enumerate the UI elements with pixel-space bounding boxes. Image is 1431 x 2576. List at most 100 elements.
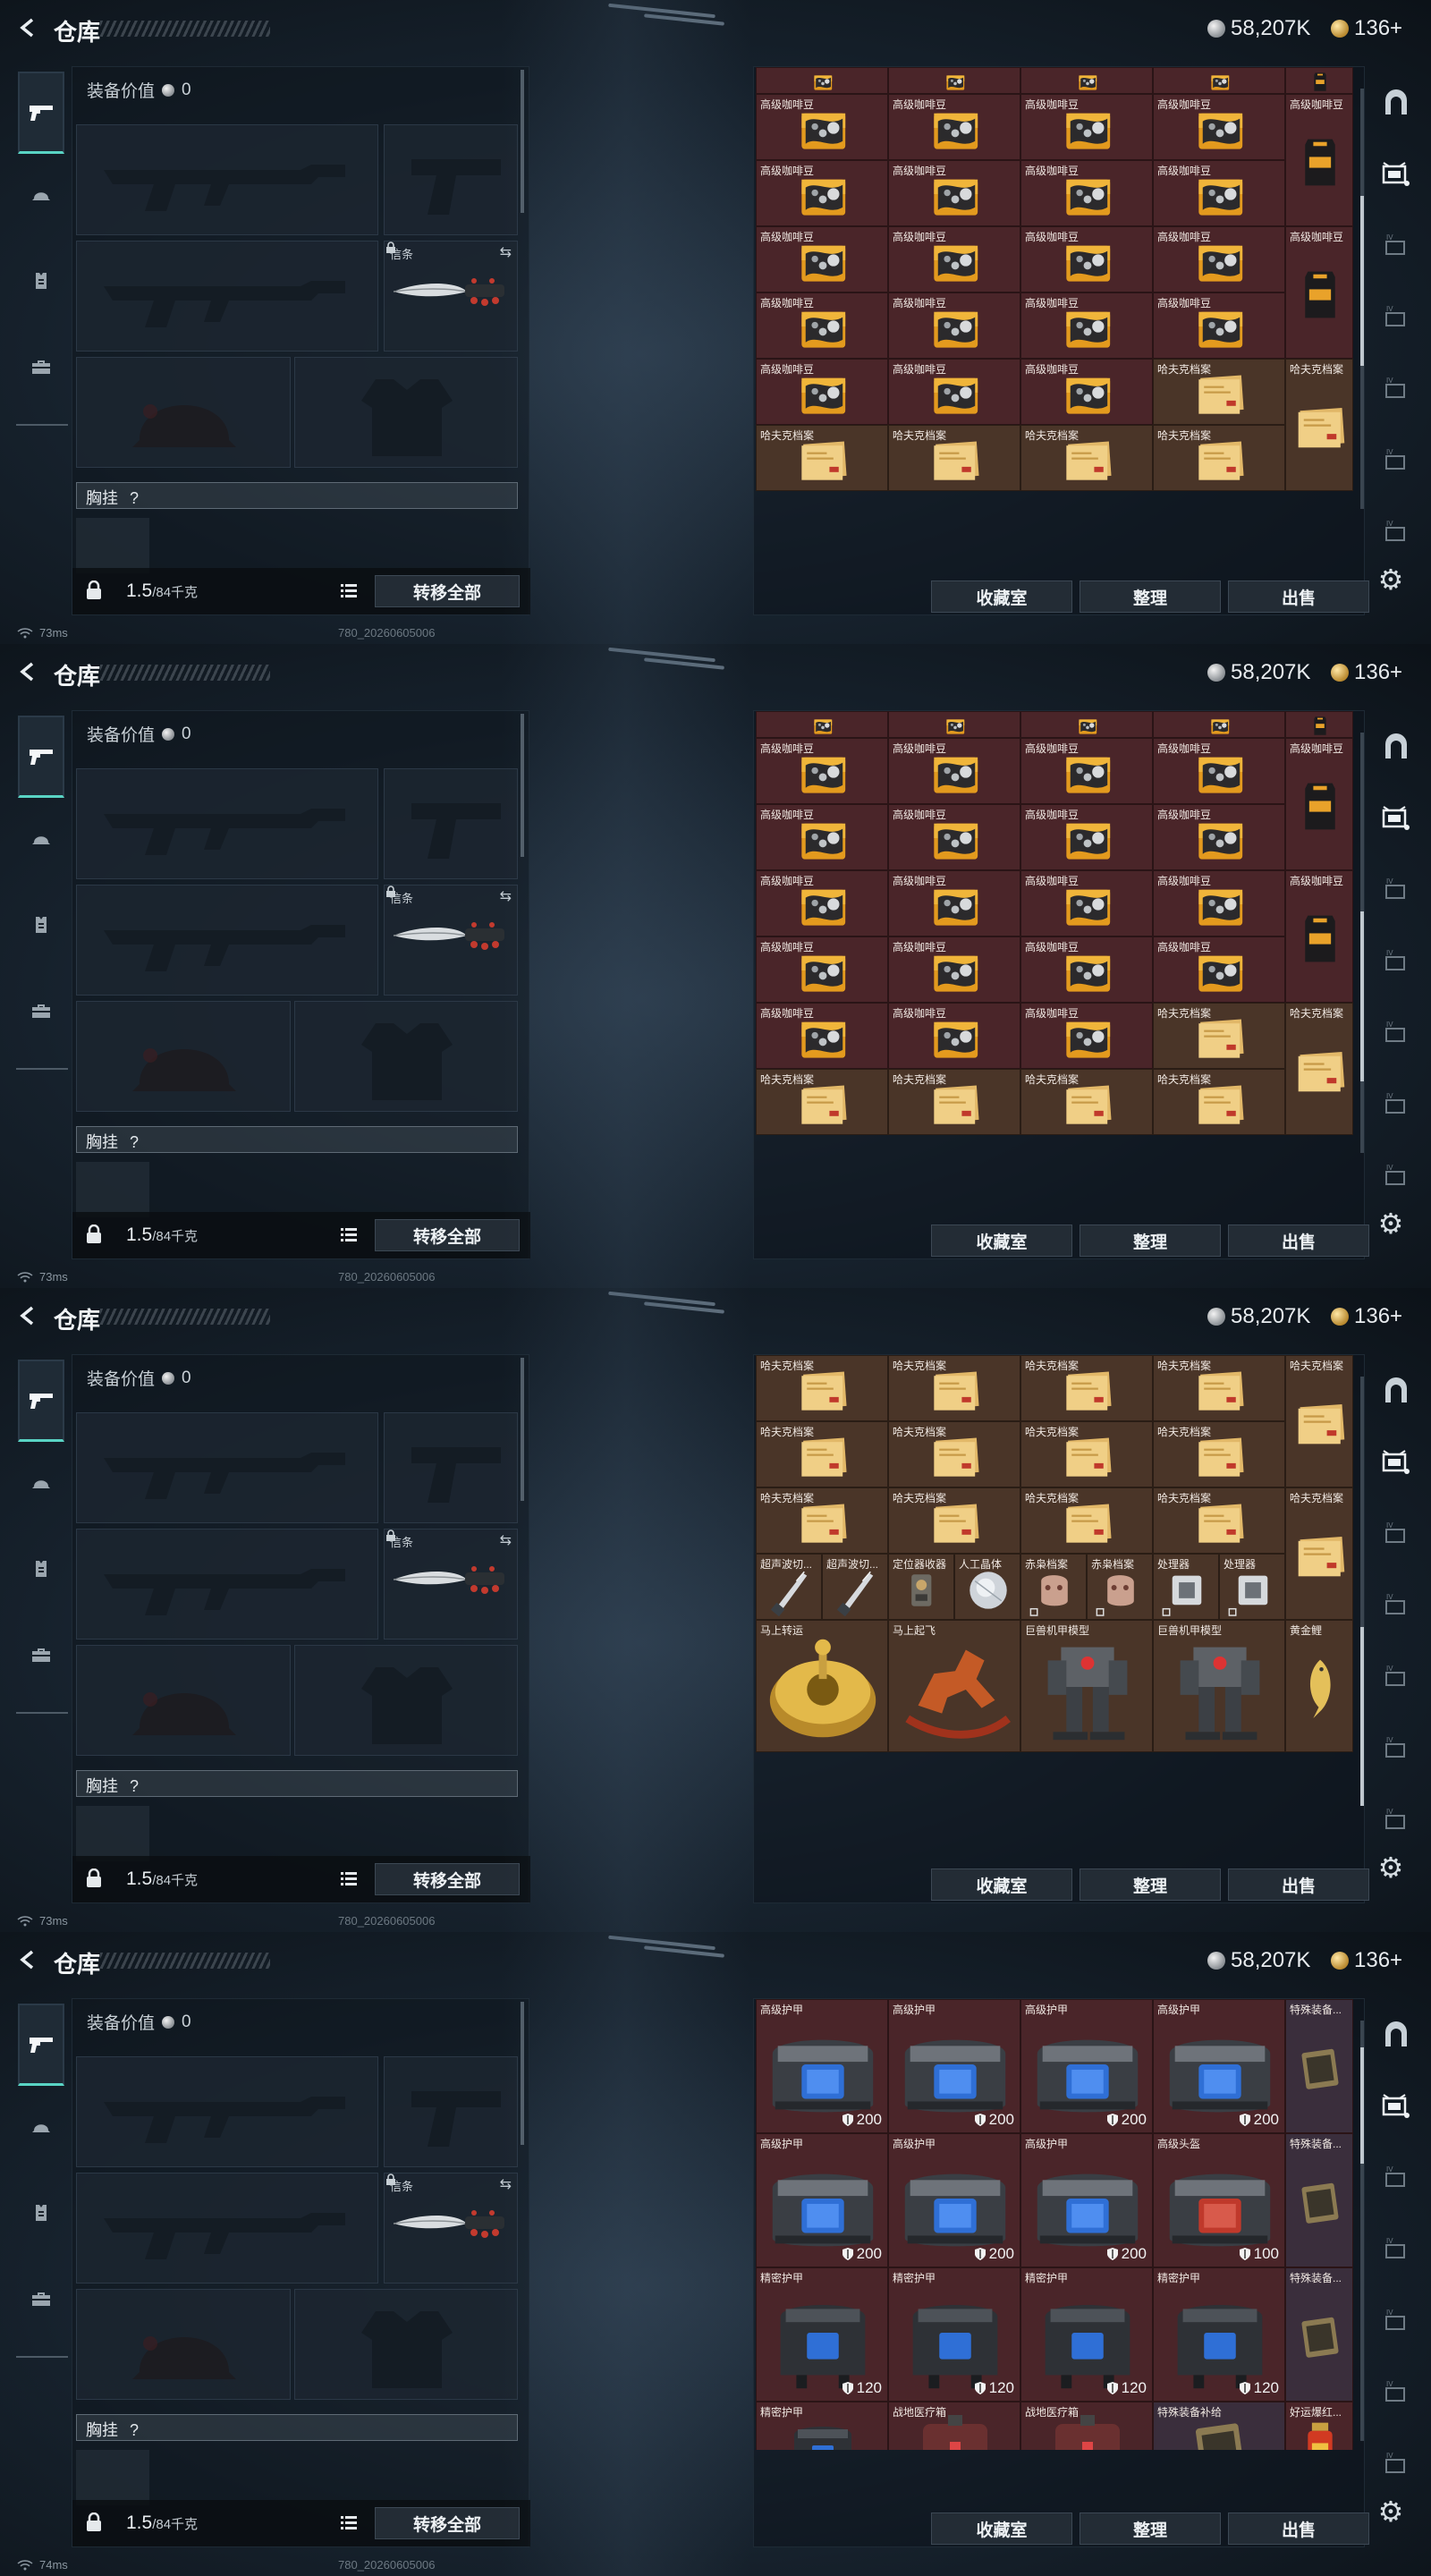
- stash-item[interactable]: [756, 67, 888, 94]
- back-button[interactable]: [13, 14, 43, 41]
- gold-currency[interactable]: 136+: [1331, 1948, 1402, 1973]
- stash-item[interactable]: 马上转运: [756, 1620, 888, 1752]
- rail-expansion-2[interactable]: IV: [1377, 227, 1415, 265]
- stash-item[interactable]: 哈夫克档案: [888, 1487, 1020, 1554]
- stash-item[interactable]: 高级咖啡豆: [756, 160, 888, 226]
- chest-rig-slot[interactable]: [76, 2450, 149, 2505]
- stash-item[interactable]: 特殊装备...: [1285, 2267, 1353, 2402]
- stash-item[interactable]: 哈夫克档案: [756, 1421, 888, 1487]
- stash-item[interactable]: 人工晶体: [954, 1554, 1020, 1620]
- stash-item[interactable]: 高级咖啡豆: [1020, 292, 1153, 359]
- silver-currency[interactable]: 58,207K: [1207, 1304, 1310, 1329]
- stash-item[interactable]: 高级咖啡豆: [1153, 738, 1285, 804]
- pistol-slot[interactable]: [384, 2056, 518, 2167]
- stash-item[interactable]: 高级咖啡豆: [1020, 738, 1153, 804]
- stash-item[interactable]: 哈夫克档案: [1153, 1069, 1285, 1135]
- rail-expansion-2[interactable]: IV: [1377, 871, 1415, 909]
- rail-expansion-3[interactable]: IV: [1377, 1587, 1415, 1624]
- stash-item[interactable]: 精密护甲 120: [1020, 2267, 1153, 2402]
- rail-expansion-2[interactable]: IV: [1377, 1515, 1415, 1553]
- list-icon[interactable]: [339, 2512, 359, 2532]
- stash-item[interactable]: 高级咖啡豆: [756, 804, 888, 870]
- rail-expansion-6[interactable]: IV: [1377, 2445, 1415, 2483]
- settings-gear-icon[interactable]: ⚙: [1375, 564, 1407, 596]
- stash-scrollbar-thumb[interactable]: [1360, 196, 1364, 366]
- rail-expansion-4[interactable]: IV: [1377, 370, 1415, 408]
- silver-currency[interactable]: 58,207K: [1207, 16, 1310, 41]
- chest-rig-slot[interactable]: [76, 518, 149, 573]
- rail-expansion-5[interactable]: IV: [1377, 2374, 1415, 2411]
- stash-item[interactable]: 哈夫克档案: [888, 1355, 1020, 1421]
- stash-item[interactable]: 高级护甲 200: [888, 2133, 1020, 2267]
- secondary-weapon-slot[interactable]: [76, 241, 378, 352]
- rail-expansion-4[interactable]: IV: [1377, 2302, 1415, 2340]
- melee-slot[interactable]: 信条 ⇆: [384, 885, 518, 996]
- stash-item[interactable]: 高级护甲 200: [756, 2133, 888, 2267]
- stash-item[interactable]: 高级咖啡豆: [888, 738, 1020, 804]
- stash-item[interactable]: 哈夫克档案: [1153, 1421, 1285, 1487]
- transfer-all-button[interactable]: 转移全部: [375, 575, 520, 607]
- rail-main-stash[interactable]: [1377, 728, 1415, 766]
- tab-vest[interactable]: [20, 2191, 63, 2234]
- equipment-scrollbar[interactable]: [521, 2002, 524, 2145]
- sell-button[interactable]: 出售: [1228, 1224, 1369, 1257]
- rail-expansion-4[interactable]: IV: [1377, 1014, 1415, 1052]
- armor-slot[interactable]: [294, 2289, 518, 2400]
- stash-item[interactable]: 高级咖啡豆: [1153, 804, 1285, 870]
- lock-icon[interactable]: [85, 1224, 103, 1244]
- stash-item[interactable]: 哈夫克档案: [1285, 1003, 1353, 1135]
- tab-weapons[interactable]: [18, 1360, 64, 1442]
- stash-item[interactable]: 高级咖啡豆: [1020, 936, 1153, 1003]
- stash-item[interactable]: 赤枭档案: [1020, 1554, 1087, 1620]
- stash-scrollbar[interactable]: [1360, 2021, 1364, 2441]
- back-button[interactable]: [13, 1946, 43, 1973]
- melee-slot[interactable]: 信条 ⇆: [384, 2173, 518, 2284]
- stash-item[interactable]: 哈夫克档案: [1153, 1355, 1285, 1421]
- stash-item[interactable]: 巨兽机甲模型: [1020, 1620, 1153, 1752]
- stash-item[interactable]: 高级咖啡豆: [1020, 226, 1153, 292]
- sort-button[interactable]: 整理: [1080, 580, 1221, 613]
- chest-rig-slot[interactable]: [76, 1806, 149, 1861]
- gold-currency[interactable]: 136+: [1331, 1304, 1402, 1329]
- stash-item[interactable]: [1153, 711, 1285, 738]
- collection-room-button[interactable]: 收藏室: [931, 1868, 1072, 1901]
- tab-vest[interactable]: [20, 903, 63, 946]
- stash-item[interactable]: 哈夫克档案: [1285, 1487, 1353, 1620]
- tab-helmet[interactable]: [20, 1462, 63, 1504]
- melee-slot[interactable]: 信条 ⇆: [384, 241, 518, 352]
- stash-item[interactable]: 高级咖啡豆: [756, 292, 888, 359]
- stash-item[interactable]: 高级咖啡豆: [888, 359, 1020, 425]
- tab-backpack[interactable]: [20, 345, 63, 388]
- primary-weapon-slot[interactable]: [76, 1412, 378, 1523]
- equipment-scrollbar[interactable]: [521, 1358, 524, 1501]
- stash-item[interactable]: 巨兽机甲模型: [1153, 1620, 1285, 1752]
- stash-item[interactable]: 高级咖啡豆: [1285, 94, 1353, 226]
- stash-item[interactable]: 高级咖啡豆: [1153, 94, 1285, 160]
- sort-button[interactable]: 整理: [1080, 1224, 1221, 1257]
- stash-item[interactable]: 处理器: [1153, 1554, 1219, 1620]
- tab-helmet[interactable]: [20, 2106, 63, 2148]
- primary-weapon-slot[interactable]: [76, 2056, 378, 2167]
- stash-item[interactable]: 高级咖啡豆: [888, 160, 1020, 226]
- stash-item[interactable]: 高级咖啡豆: [1153, 292, 1285, 359]
- list-icon[interactable]: [339, 1868, 359, 1888]
- stash-item[interactable]: [1020, 711, 1153, 738]
- stash-item[interactable]: 高级咖啡豆: [1020, 160, 1153, 226]
- silver-currency[interactable]: 58,207K: [1207, 660, 1310, 685]
- stash-item[interactable]: 高级咖啡豆: [1153, 936, 1285, 1003]
- chest-rig-slot[interactable]: [76, 1162, 149, 1217]
- gold-currency[interactable]: 136+: [1331, 660, 1402, 685]
- stash-item[interactable]: 高级咖啡豆: [1020, 359, 1153, 425]
- equipment-scrollbar[interactable]: [521, 70, 524, 213]
- stash-item[interactable]: 高级咖啡豆: [756, 359, 888, 425]
- stash-item[interactable]: 哈夫克档案: [756, 1355, 888, 1421]
- stash-item[interactable]: 精密护甲: [756, 2402, 888, 2450]
- stash-item[interactable]: 高级头盔 100: [1153, 2133, 1285, 2267]
- stash-item[interactable]: 哈夫克档案: [1020, 425, 1153, 491]
- rail-expansion-5[interactable]: IV: [1377, 442, 1415, 479]
- helmet-slot[interactable]: [76, 1645, 291, 1756]
- secondary-weapon-slot[interactable]: [76, 2173, 378, 2284]
- stash-item[interactable]: 高级咖啡豆: [1153, 160, 1285, 226]
- transfer-all-button[interactable]: 转移全部: [375, 2507, 520, 2539]
- stash-item[interactable]: 高级咖啡豆: [756, 226, 888, 292]
